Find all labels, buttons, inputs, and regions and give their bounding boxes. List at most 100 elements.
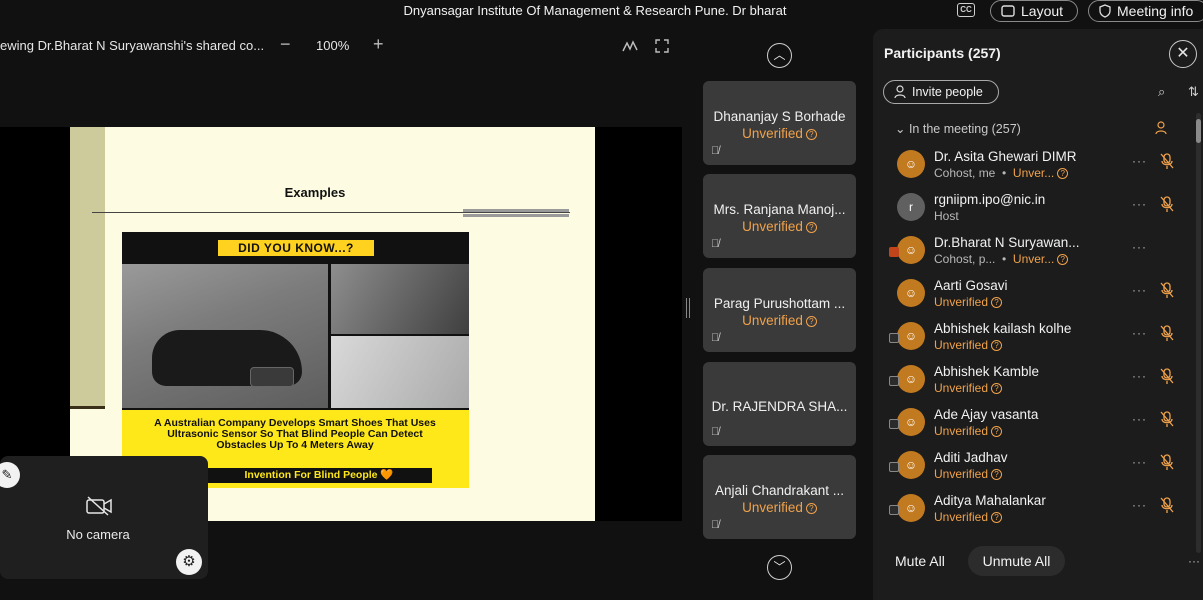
- participant-role: Host: [934, 209, 959, 223]
- tile-name: Anjali Chandrakant ...: [714, 483, 845, 498]
- participants-panel: Participants (257) ✕ Invite people ⌕ ⇅ ⌄…: [873, 29, 1203, 600]
- scroll-up-button[interactable]: ︿: [767, 43, 792, 68]
- video-tile[interactable]: Anjali Chandrakant ... Unverified? 🎙̸: [703, 455, 856, 539]
- invite-people-button[interactable]: Invite people: [883, 80, 999, 104]
- video-tile[interactable]: Dhananjay S Borhade Unverified? 🎙̸: [703, 81, 856, 165]
- participant-row[interactable]: ☺ Aditya Mahalankar Unverified? ···: [873, 488, 1193, 531]
- settings-gear-icon[interactable]: ⚙: [176, 549, 202, 575]
- unmute-all-button[interactable]: Unmute All: [968, 546, 1065, 576]
- muted-mic-icon[interactable]: [1159, 453, 1175, 471]
- avatar: ☺: [897, 494, 925, 522]
- participant-row[interactable]: ☺ Aarti Gosavi Unverified? ···: [873, 273, 1193, 316]
- zoom-in-button[interactable]: +: [373, 34, 384, 55]
- muted-mic-icon[interactable]: [1159, 281, 1175, 299]
- poster-footer: Invention For Blind People 🧡: [206, 468, 432, 483]
- person-icon: [894, 85, 906, 99]
- more-options-icon[interactable]: ···: [1132, 240, 1147, 254]
- more-options-icon[interactable]: ···: [1132, 455, 1147, 469]
- person-lock-icon[interactable]: [1155, 121, 1169, 135]
- participant-row[interactable]: r rgniipm.ipo@nic.in Host ···: [873, 187, 1193, 230]
- participant-name: Ade Ajay vasanta: [934, 407, 1039, 422]
- muted-mic-icon[interactable]: [1159, 324, 1175, 342]
- layout-label: Layout: [1021, 3, 1064, 19]
- more-options-icon[interactable]: ···: [1132, 197, 1147, 211]
- participant-name: Aditya Mahalankar: [934, 493, 1046, 508]
- camera-off-icon: [86, 496, 112, 516]
- muted-mic-icon[interactable]: [1159, 496, 1175, 514]
- video-tile[interactable]: Dr. RAJENDRA SHA... 🎙̸: [703, 362, 856, 446]
- no-camera-label: No camera: [66, 527, 130, 542]
- pin-icon[interactable]: ✎: [0, 462, 20, 488]
- mute-all-button[interactable]: Mute All: [895, 553, 945, 569]
- tile-status: Unverified?: [703, 500, 856, 515]
- participant-row[interactable]: ☺ Dr.Bharat N Suryawan... Cohost, p... •…: [873, 230, 1193, 273]
- zoom-out-button[interactable]: −: [280, 34, 291, 55]
- muted-mic-icon[interactable]: [1159, 152, 1175, 170]
- title-bar: Dnyansagar Institute Of Management & Res…: [0, 0, 1203, 22]
- device-badge-icon: [889, 505, 899, 515]
- scroll-down-button[interactable]: ﹀: [767, 555, 792, 580]
- slide-rule-accent: [463, 209, 569, 217]
- expand-icon[interactable]: [655, 39, 669, 53]
- more-options-icon[interactable]: ···: [1132, 412, 1147, 426]
- participant-meta: Cohost, me • Unver...?: [934, 166, 1069, 180]
- invite-label: Invite people: [912, 85, 983, 99]
- shared-content-label: ewing Dr.Bharat N Suryawanshi's shared c…: [0, 38, 265, 53]
- meeting-title: Dnyansagar Institute Of Management & Res…: [403, 3, 787, 18]
- participant-row[interactable]: ☺ Ade Ajay vasanta Unverified? ···: [873, 402, 1193, 445]
- self-view[interactable]: ✎ No camera ⚙: [0, 456, 208, 579]
- search-icon[interactable]: ⌕: [1158, 84, 1165, 100]
- more-options-icon[interactable]: ···: [1132, 326, 1147, 340]
- panel-splitter[interactable]: [686, 298, 690, 318]
- muted-mic-icon[interactable]: [1159, 367, 1175, 385]
- avatar: ☺: [897, 279, 925, 307]
- video-tile[interactable]: Mrs. Ranjana Manoj... Unverified? 🎙̸: [703, 174, 856, 258]
- avatar: r: [897, 193, 925, 221]
- tile-status: Unverified?: [703, 219, 856, 234]
- participant-name: Dr.Bharat N Suryawan...: [934, 235, 1080, 250]
- participant-name: Aarti Gosavi: [934, 278, 1008, 293]
- more-options-icon[interactable]: ···: [1132, 283, 1147, 297]
- participant-meta: Unverified?: [934, 295, 1003, 309]
- muted-mic-icon[interactable]: [1159, 410, 1175, 428]
- poster-caption: A Australian Company Develops Smart Shoe…: [154, 417, 436, 451]
- video-tile[interactable]: Parag Purushottam ... Unverified? 🎙̸: [703, 268, 856, 352]
- participant-name: rgniipm.ipo@nic.in: [934, 192, 1046, 207]
- scrollbar-thumb[interactable]: [1196, 119, 1201, 143]
- participant-row[interactable]: ☺ Aditi Jadhav Unverified? ···: [873, 445, 1193, 488]
- participants-scrollbar[interactable]: [1196, 113, 1201, 553]
- more-options-icon[interactable]: ···: [1132, 154, 1147, 168]
- close-icon[interactable]: ✕: [1169, 40, 1197, 68]
- layout-icon: [1001, 5, 1015, 17]
- participant-list: ☺ Dr. Asita Ghewari DIMR Cohost, me • Un…: [873, 144, 1193, 554]
- avatar: ☺: [897, 451, 925, 479]
- tile-name: Dr. RAJENDRA SHA...: [711, 399, 848, 414]
- participant-meta: Unverified?: [934, 510, 1003, 524]
- muted-mic-icon: 🎙̸: [711, 426, 720, 438]
- device-badge-icon: [889, 376, 899, 386]
- avatar: ☺: [897, 322, 925, 350]
- zoom-level: 100%: [316, 38, 350, 53]
- participant-name: Aditi Jadhav: [934, 450, 1008, 465]
- participant-name: Abhishek kailash kolhe: [934, 321, 1072, 336]
- muted-mic-icon[interactable]: [1159, 195, 1175, 213]
- meeting-info-button[interactable]: Meeting info: [1088, 0, 1203, 22]
- participant-meta: Unverified?: [934, 424, 1003, 438]
- more-options-icon[interactable]: ···: [1188, 554, 1200, 568]
- participant-row[interactable]: ☺ Dr. Asita Ghewari DIMR Cohost, me • Un…: [873, 144, 1193, 187]
- annotate-icon[interactable]: [622, 39, 638, 53]
- participant-row[interactable]: ☺ Abhishek kailash kolhe Unverified? ···: [873, 316, 1193, 359]
- sensor-shape: [250, 367, 294, 387]
- sort-icon[interactable]: ⇅: [1188, 84, 1199, 100]
- in-meeting-section-toggle[interactable]: ⌄ In the meeting (257): [895, 121, 1021, 136]
- avatar: ☺: [897, 236, 925, 264]
- slide-title: Examples: [284, 185, 346, 200]
- closed-captions-icon[interactable]: CC: [957, 3, 975, 17]
- participant-row[interactable]: ☺ Abhishek Kamble Unverified? ···: [873, 359, 1193, 402]
- tile-status: Unverified?: [703, 313, 856, 328]
- participant-meta: Unverified?: [934, 381, 1003, 395]
- layout-button[interactable]: Layout: [990, 0, 1078, 22]
- participant-meta: Unverified?: [934, 467, 1003, 481]
- more-options-icon[interactable]: ···: [1132, 369, 1147, 383]
- more-options-icon[interactable]: ···: [1132, 498, 1147, 512]
